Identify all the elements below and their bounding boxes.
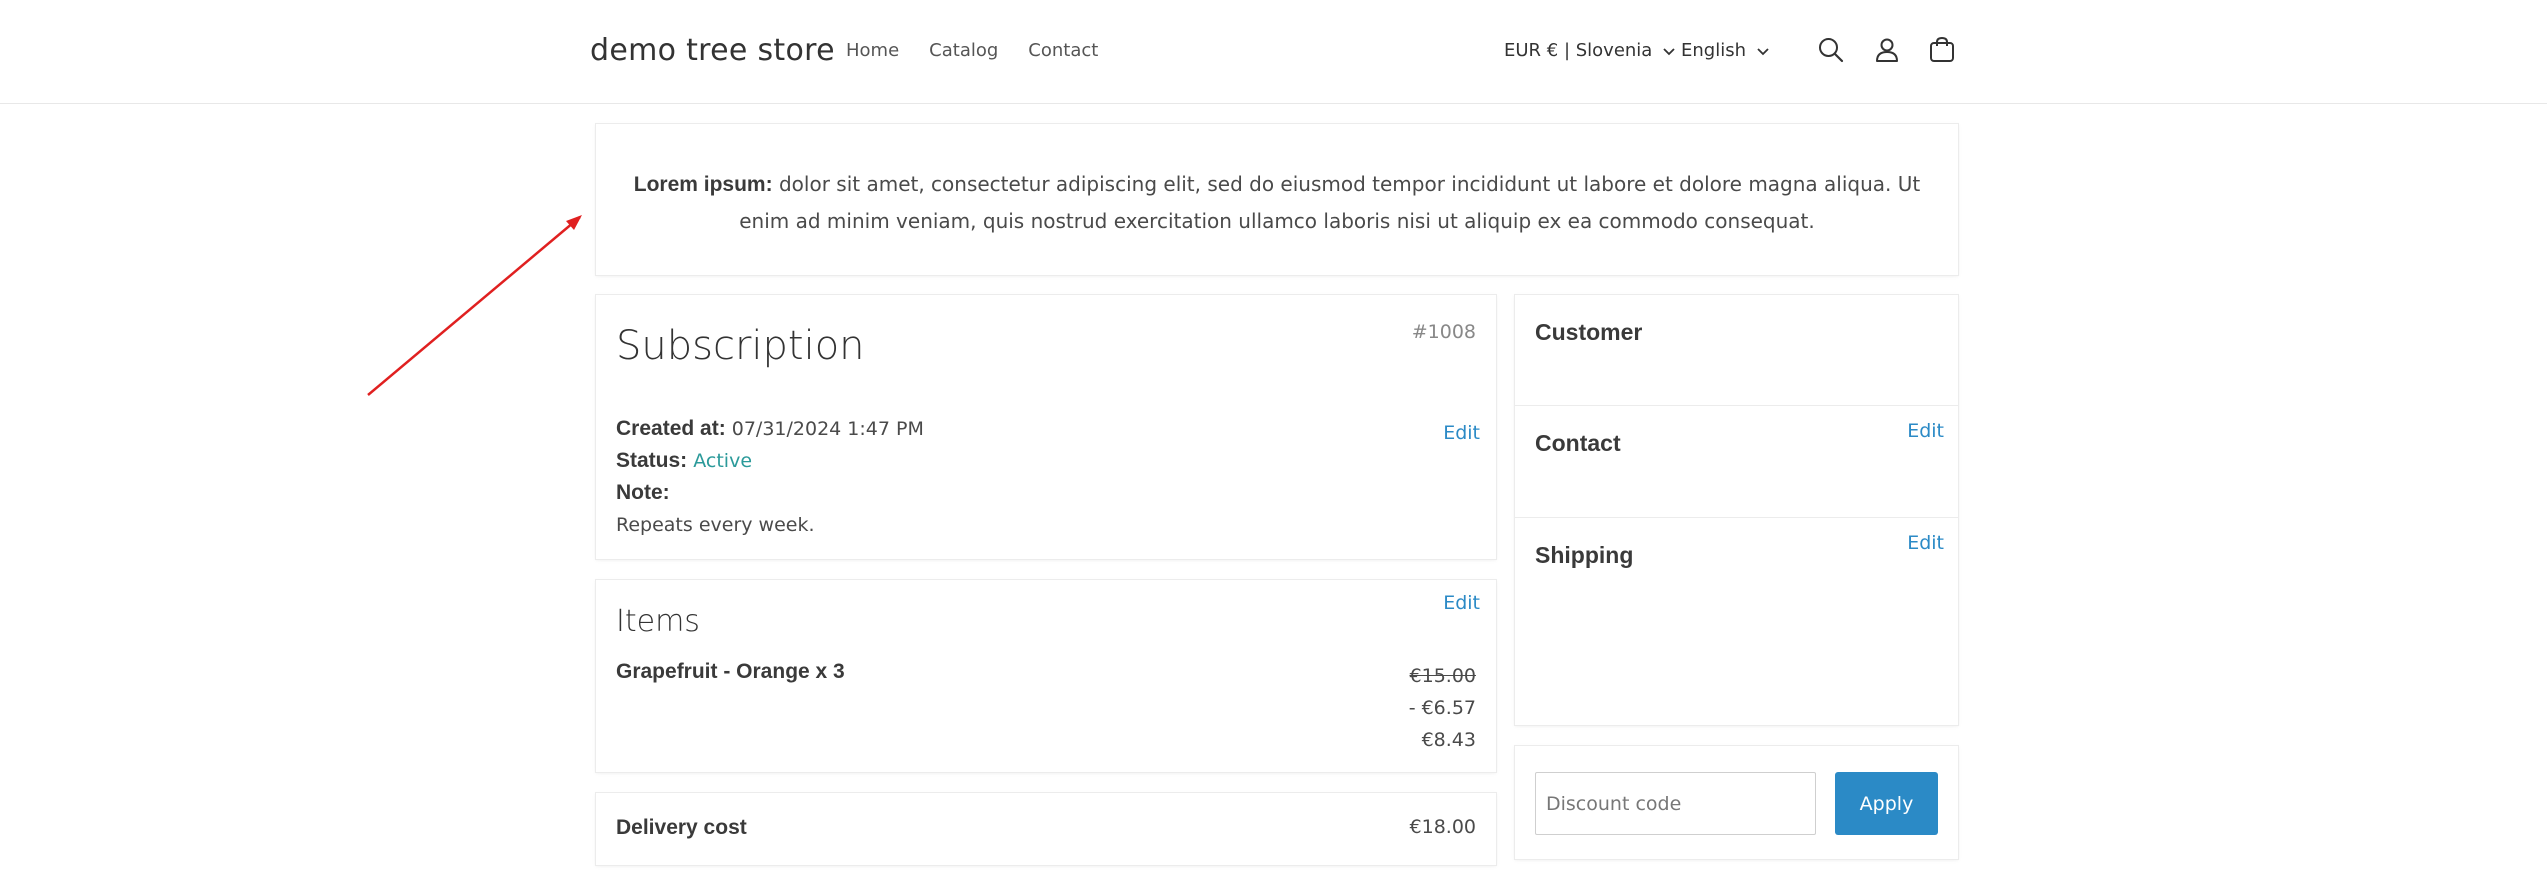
delivery-label: Delivery cost <box>616 816 747 839</box>
note-value: Repeats every week. <box>616 514 815 536</box>
item-discount: - €6.57 <box>1408 697 1476 719</box>
banner-text: Lorem ipsum: dolor sit amet, consectetur… <box>616 166 1938 239</box>
contact-section: Contact Edit <box>1515 406 1958 518</box>
subscription-details: Created at: 07/31/2024 1:47 PM Status: A… <box>616 413 924 541</box>
currency-selector-label: EUR € | Slovenia <box>1504 40 1653 61</box>
status-label: Status: <box>616 449 688 472</box>
subscription-title: Subscription <box>616 323 865 369</box>
nav-catalog[interactable]: Catalog <box>929 40 998 61</box>
currency-selector[interactable]: EUR € | Slovenia <box>1504 40 1676 61</box>
created-row: Created at: 07/31/2024 1:47 PM <box>616 413 924 445</box>
banner-body: dolor sit amet, consectetur adipiscing e… <box>739 172 1921 233</box>
items-card: Items Edit Grapefruit - Orange x 3 €15.0… <box>596 580 1496 772</box>
annotation-arrow <box>367 215 582 396</box>
contact-heading: Contact <box>1535 430 1621 456</box>
contact-edit-link[interactable]: Edit <box>1907 420 1944 442</box>
chevron-down-icon <box>1757 47 1769 55</box>
main-nav: Home Catalog Contact <box>846 40 1098 61</box>
item-original-price: €15.00 <box>1409 665 1476 687</box>
nav-home[interactable]: Home <box>846 40 899 61</box>
customer-sidebar: Customer Contact Edit Shipping Edit <box>1515 295 1958 725</box>
items-title: Items <box>616 604 700 639</box>
note-row: Note: <box>616 477 924 509</box>
item-name: Grapefruit - Orange x 3 <box>616 660 845 683</box>
chevron-down-icon <box>1663 47 1675 55</box>
nav-contact[interactable]: Contact <box>1028 40 1098 61</box>
shipping-heading: Shipping <box>1535 542 1634 568</box>
created-value: 07/31/2024 1:47 PM <box>731 418 924 440</box>
status-value: Active <box>693 450 753 472</box>
delivery-value: €18.00 <box>1409 816 1476 838</box>
shipping-section: Shipping Edit <box>1515 518 1958 725</box>
subscription-card: Subscription #1008 Edit Created at: 07/3… <box>596 295 1496 559</box>
language-selector[interactable]: English <box>1681 40 1770 61</box>
site-header: demo tree store Home Catalog Contact EUR… <box>0 0 2547 104</box>
items-edit-link[interactable]: Edit <box>1443 592 1480 614</box>
delivery-card: Delivery cost €18.00 <box>596 793 1496 865</box>
subscription-id: #1008 <box>1411 321 1476 343</box>
info-banner: Lorem ipsum: dolor sit amet, consectetur… <box>596 124 1958 275</box>
created-label: Created at: <box>616 417 726 440</box>
discount-code-input[interactable] <box>1535 772 1816 835</box>
subscription-edit-link[interactable]: Edit <box>1443 422 1480 444</box>
discount-card: Apply <box>1515 746 1958 859</box>
note-label: Note: <box>616 481 670 504</box>
apply-button[interactable]: Apply <box>1835 772 1938 835</box>
item-final-price: €8.43 <box>1421 729 1476 751</box>
search-icon[interactable] <box>1816 35 1846 65</box>
store-brand[interactable]: demo tree store <box>590 33 835 68</box>
language-selector-label: English <box>1681 40 1746 61</box>
customer-section: Customer <box>1515 295 1958 406</box>
cart-icon[interactable] <box>1927 35 1957 65</box>
account-icon[interactable] <box>1872 35 1902 65</box>
status-row: Status: Active <box>616 445 924 477</box>
item-prices: €15.00 - €6.57 €8.43 <box>1409 660 1476 756</box>
shipping-edit-link[interactable]: Edit <box>1907 532 1944 554</box>
banner-label: Lorem ipsum: <box>633 173 773 196</box>
customer-heading: Customer <box>1535 319 1643 345</box>
